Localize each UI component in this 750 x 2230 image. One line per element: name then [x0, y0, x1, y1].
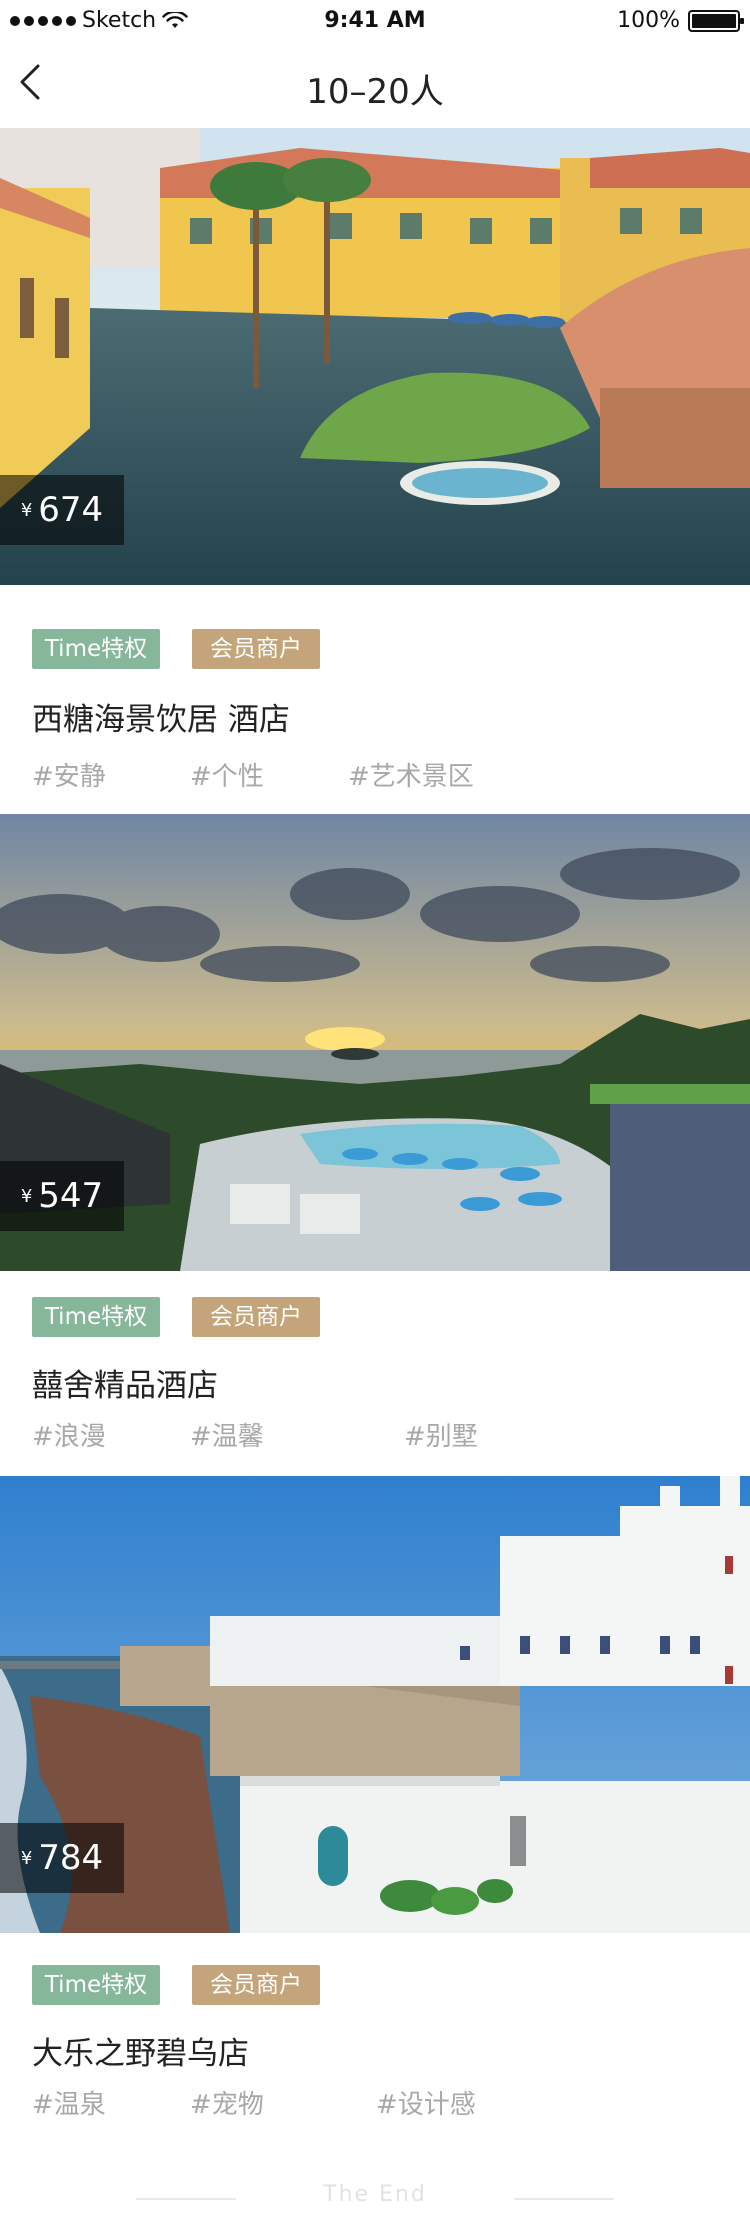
hotel-card[interactable]: ¥ 784 Time特权 会员商户 大乐之野碧乌店 #温泉 #宠物 #设计感 [0, 1476, 750, 2166]
currency-symbol: ¥ [20, 1185, 33, 1207]
tag-label[interactable]: #艺术景区 [348, 756, 474, 793]
battery-percent: 100% [617, 8, 680, 33]
currency-symbol: ¥ [20, 499, 33, 521]
tag-label[interactable]: #宠物 [190, 2084, 264, 2121]
hotel-photo[interactable]: ¥ 547 [0, 814, 750, 1271]
price-tag: ¥ 784 [0, 1823, 124, 1893]
status-right: 100% [617, 8, 744, 33]
tag-label[interactable]: #个性 [190, 756, 264, 793]
end-label: The End [323, 2182, 427, 2207]
tag-label[interactable]: #别墅 [404, 1416, 478, 1453]
end-footer: The End [0, 2170, 750, 2230]
price-tag: ¥ 674 [0, 475, 124, 545]
page-title: 10–20人 [306, 72, 444, 112]
tag-label[interactable]: #温泉 [32, 2084, 106, 2121]
price-value: 547 [38, 1176, 104, 1216]
hotel-card[interactable]: ¥ 674 Time特权 会员商户 西糖海景饮居 酒店 #安静 #个性 #艺术景… [0, 128, 750, 814]
hotel-name[interactable]: 大乐之野碧乌店 [32, 2028, 249, 2073]
tag-label[interactable]: #温馨 [190, 1416, 264, 1453]
member-merchant-badge: 会员商户 [192, 1965, 320, 2005]
price-value: 674 [38, 490, 104, 530]
battery-icon [688, 9, 744, 32]
status-bar: Sketch 9:41 AM 100% [0, 0, 750, 40]
time-privilege-badge: Time特权 [32, 1297, 160, 1337]
currency-symbol: ¥ [20, 1847, 33, 1869]
time-privilege-badge: Time特权 [32, 1965, 160, 2005]
hotel-photo[interactable]: ¥ 784 [0, 1476, 750, 1933]
member-merchant-badge: 会员商户 [192, 1297, 320, 1337]
divider [514, 2198, 614, 2200]
hotel-name[interactable]: 囍舍精品酒店 [32, 1360, 218, 1405]
hotel-photo[interactable]: ¥ 674 [0, 128, 750, 585]
price-tag: ¥ 547 [0, 1161, 124, 1231]
tag-label[interactable]: #设计感 [376, 2084, 476, 2121]
time-privilege-badge: Time特权 [32, 629, 160, 669]
hotel-card[interactable]: ¥ 547 Time特权 会员商户 囍舍精品酒店 #浪漫 #温馨 #别墅 [0, 814, 750, 1476]
price-value: 784 [38, 1838, 104, 1878]
tag-label[interactable]: #安静 [32, 756, 106, 793]
hotel-name[interactable]: 西糖海景饮居 酒店 [32, 694, 290, 739]
nav-bar: 10–20人 [0, 40, 750, 128]
tag-label[interactable]: #浪漫 [32, 1416, 106, 1453]
member-merchant-badge: 会员商户 [192, 629, 320, 669]
